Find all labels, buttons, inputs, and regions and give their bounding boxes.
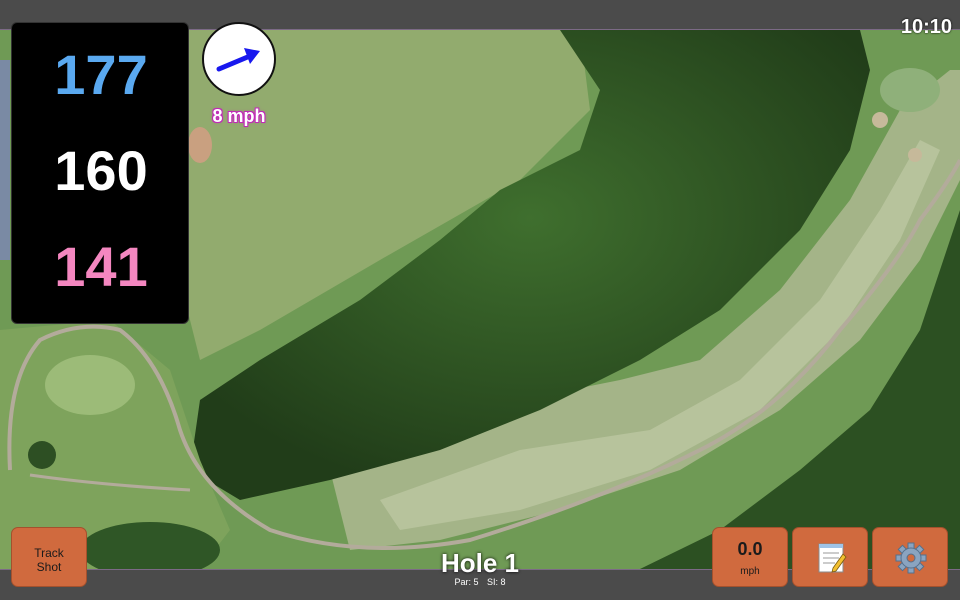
notepad-icon bbox=[818, 543, 847, 573]
speed-value: 0.0 bbox=[737, 539, 763, 559]
front-distance: 141 bbox=[54, 235, 148, 298]
gear-icon bbox=[895, 542, 927, 574]
middle-distance: 160 bbox=[54, 139, 148, 202]
wind-dial bbox=[202, 22, 276, 96]
track-shot-label-line2: Shot bbox=[36, 560, 62, 574]
settings-button[interactable] bbox=[872, 527, 948, 587]
speed-unit: mph bbox=[740, 566, 760, 577]
distance-panel: 177 160 141 bbox=[11, 22, 189, 324]
clock: 10:10 bbox=[900, 16, 952, 38]
notes-button[interactable] bbox=[792, 527, 868, 587]
stroke-index-label: SI: 8 bbox=[487, 577, 506, 587]
hole-title: Hole 1 bbox=[440, 548, 520, 578]
par-label: Par: 5 bbox=[454, 577, 479, 587]
hole-details: Par: 5 SI: 8 bbox=[380, 577, 580, 587]
track-shot-button[interactable]: Track Shot bbox=[11, 527, 87, 587]
wind-speed-label: 8 mph bbox=[212, 106, 266, 126]
back-distance: 177 bbox=[54, 43, 148, 106]
speed-button[interactable]: 0.0 mph bbox=[712, 527, 788, 587]
arrow-northeast-icon bbox=[216, 48, 260, 72]
track-shot-label-line1: Track bbox=[34, 546, 64, 560]
